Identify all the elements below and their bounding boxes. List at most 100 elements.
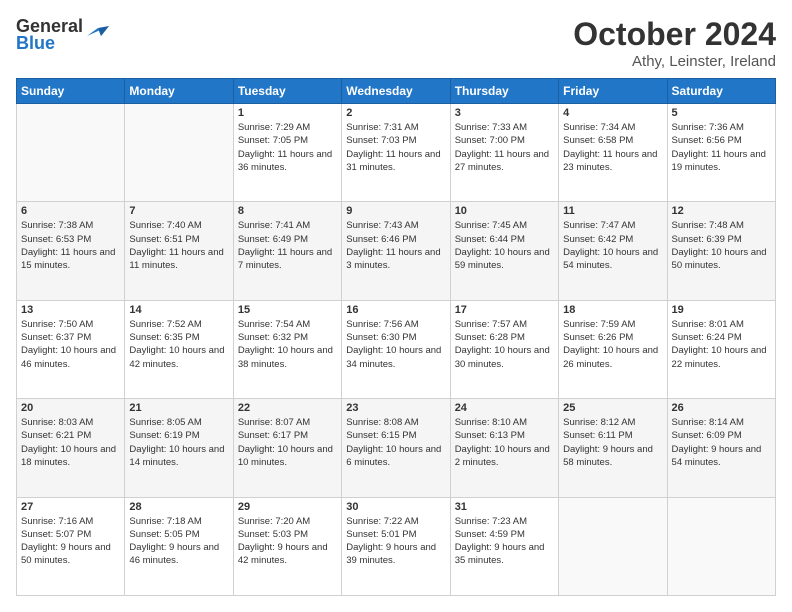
day-info: Sunrise: 7:50 AM Sunset: 6:37 PM Dayligh… [21, 318, 120, 371]
day-number: 24 [455, 402, 554, 414]
day-info: Sunrise: 7:45 AM Sunset: 6:44 PM Dayligh… [455, 219, 554, 272]
day-info: Sunrise: 7:57 AM Sunset: 6:28 PM Dayligh… [455, 318, 554, 371]
logo-bird-icon [87, 18, 109, 36]
table-row: 18 Sunrise: 7:59 AM Sunset: 6:26 PM Dayli… [559, 300, 667, 398]
calendar-week-row: 1Sunrise: 7:29 AM Sunset: 7:05 PM Daylig… [17, 104, 776, 202]
day-number: 7 [129, 205, 228, 217]
table-row: 5 Sunrise: 7:36 AM Sunset: 6:56 PM Daylig… [667, 104, 775, 202]
day-info: Sunrise: 7:40 AM Sunset: 6:51 PM Dayligh… [129, 219, 228, 272]
day-info: Sunrise: 8:05 AM Sunset: 6:19 PM Dayligh… [129, 416, 228, 469]
day-number: 1 [238, 107, 337, 119]
table-row: 14 Sunrise: 7:52 AM Sunset: 6:35 PM Dayli… [125, 300, 233, 398]
title-block: October 2024 Athy, Leinster, Ireland [573, 16, 776, 70]
col-saturday: Saturday [667, 79, 775, 104]
day-number: 10 [455, 205, 554, 217]
day-number: 25 [563, 402, 662, 414]
day-number: 19 [672, 304, 771, 316]
col-friday: Friday [559, 79, 667, 104]
table-row: 7 Sunrise: 7:40 AM Sunset: 6:51 PM Daylig… [125, 202, 233, 300]
table-row: 1Sunrise: 7:29 AM Sunset: 7:05 PM Daylig… [233, 104, 341, 202]
table-row: 31Sunrise: 7:23 AM Sunset: 4:59 PM Dayli… [450, 497, 558, 595]
day-info: Sunrise: 7:33 AM Sunset: 7:00 PM Dayligh… [455, 121, 554, 174]
day-info: Sunrise: 7:59 AM Sunset: 6:26 PM Dayligh… [563, 318, 662, 371]
day-number: 4 [563, 107, 662, 119]
table-row: 17 Sunrise: 7:57 AM Sunset: 6:28 PM Dayli… [450, 300, 558, 398]
day-info: Sunrise: 8:03 AM Sunset: 6:21 PM Dayligh… [21, 416, 120, 469]
table-row: 25 Sunrise: 8:12 AM Sunset: 6:11 PM Dayli… [559, 399, 667, 497]
table-row: 30Sunrise: 7:22 AM Sunset: 5:01 PM Dayli… [342, 497, 450, 595]
table-row: 8 Sunrise: 7:41 AM Sunset: 6:49 PM Daylig… [233, 202, 341, 300]
logo: General Blue [16, 16, 109, 54]
day-number: 15 [238, 304, 337, 316]
day-info: Sunrise: 7:41 AM Sunset: 6:49 PM Dayligh… [238, 219, 337, 272]
day-info: Sunrise: 8:08 AM Sunset: 6:15 PM Dayligh… [346, 416, 445, 469]
title-location: Athy, Leinster, Ireland [573, 53, 776, 70]
day-info: Sunrise: 8:01 AM Sunset: 6:24 PM Dayligh… [672, 318, 771, 371]
table-row: 11Sunrise: 7:47 AM Sunset: 6:42 PM Dayli… [559, 202, 667, 300]
calendar-week-row: 13 Sunrise: 7:50 AM Sunset: 6:37 PM Dayli… [17, 300, 776, 398]
day-number: 6 [21, 205, 120, 217]
day-info: Sunrise: 7:20 AM Sunset: 5:03 PM Dayligh… [238, 515, 337, 568]
day-number: 3 [455, 107, 554, 119]
table-row: 9Sunrise: 7:43 AM Sunset: 6:46 PM Daylig… [342, 202, 450, 300]
table-row: 12 Sunrise: 7:48 AM Sunset: 6:39 PM Dayli… [667, 202, 775, 300]
day-number: 27 [21, 501, 120, 513]
day-info: Sunrise: 7:16 AM Sunset: 5:07 PM Dayligh… [21, 515, 120, 568]
col-monday: Monday [125, 79, 233, 104]
col-sunday: Sunday [17, 79, 125, 104]
table-row [559, 497, 667, 595]
day-info: Sunrise: 7:34 AM Sunset: 6:58 PM Dayligh… [563, 121, 662, 174]
day-number: 28 [129, 501, 228, 513]
col-thursday: Thursday [450, 79, 558, 104]
day-info: Sunrise: 7:18 AM Sunset: 5:05 PM Dayligh… [129, 515, 228, 568]
table-row [667, 497, 775, 595]
day-number: 8 [238, 205, 337, 217]
table-row: 6 Sunrise: 7:38 AM Sunset: 6:53 PM Daylig… [17, 202, 125, 300]
calendar-header-row: Sunday Monday Tuesday Wednesday Thursday… [17, 79, 776, 104]
day-number: 29 [238, 501, 337, 513]
table-row: 4 Sunrise: 7:34 AM Sunset: 6:58 PM Daylig… [559, 104, 667, 202]
day-info: Sunrise: 7:48 AM Sunset: 6:39 PM Dayligh… [672, 219, 771, 272]
day-number: 11 [563, 205, 662, 217]
day-info: Sunrise: 8:07 AM Sunset: 6:17 PM Dayligh… [238, 416, 337, 469]
logo-blue: Blue [16, 33, 55, 54]
day-number: 14 [129, 304, 228, 316]
table-row: 29 Sunrise: 7:20 AM Sunset: 5:03 PM Dayli… [233, 497, 341, 595]
header: General Blue October 2024 Athy, Leinster… [16, 16, 776, 70]
day-number: 5 [672, 107, 771, 119]
day-number: 23 [346, 402, 445, 414]
table-row: 3 Sunrise: 7:33 AM Sunset: 7:00 PM Daylig… [450, 104, 558, 202]
day-info: Sunrise: 7:38 AM Sunset: 6:53 PM Dayligh… [21, 219, 120, 272]
table-row: 27 Sunrise: 7:16 AM Sunset: 5:07 PM Dayli… [17, 497, 125, 595]
day-number: 22 [238, 402, 337, 414]
col-tuesday: Tuesday [233, 79, 341, 104]
table-row [17, 104, 125, 202]
col-wednesday: Wednesday [342, 79, 450, 104]
day-number: 18 [563, 304, 662, 316]
calendar-week-row: 27 Sunrise: 7:16 AM Sunset: 5:07 PM Dayli… [17, 497, 776, 595]
day-number: 16 [346, 304, 445, 316]
day-info: Sunrise: 8:10 AM Sunset: 6:13 PM Dayligh… [455, 416, 554, 469]
calendar-table: Sunday Monday Tuesday Wednesday Thursday… [16, 78, 776, 596]
day-info: Sunrise: 7:31 AM Sunset: 7:03 PM Dayligh… [346, 121, 445, 174]
table-row: 19 Sunrise: 8:01 AM Sunset: 6:24 PM Dayli… [667, 300, 775, 398]
day-number: 13 [21, 304, 120, 316]
day-number: 31 [455, 501, 554, 513]
table-row: 20Sunrise: 8:03 AM Sunset: 6:21 PM Dayli… [17, 399, 125, 497]
day-info: Sunrise: 8:12 AM Sunset: 6:11 PM Dayligh… [563, 416, 662, 469]
day-info: Sunrise: 7:36 AM Sunset: 6:56 PM Dayligh… [672, 121, 771, 174]
day-number: 17 [455, 304, 554, 316]
day-info: Sunrise: 8:14 AM Sunset: 6:09 PM Dayligh… [672, 416, 771, 469]
table-row: 2Sunrise: 7:31 AM Sunset: 7:03 PM Daylig… [342, 104, 450, 202]
table-row: 13 Sunrise: 7:50 AM Sunset: 6:37 PM Dayli… [17, 300, 125, 398]
day-number: 12 [672, 205, 771, 217]
table-row: 16Sunrise: 7:56 AM Sunset: 6:30 PM Dayli… [342, 300, 450, 398]
table-row: 10 Sunrise: 7:45 AM Sunset: 6:44 PM Dayli… [450, 202, 558, 300]
day-info: Sunrise: 7:22 AM Sunset: 5:01 PM Dayligh… [346, 515, 445, 568]
calendar-week-row: 6 Sunrise: 7:38 AM Sunset: 6:53 PM Daylig… [17, 202, 776, 300]
page: General Blue October 2024 Athy, Leinster… [0, 0, 792, 612]
table-row: 24 Sunrise: 8:10 AM Sunset: 6:13 PM Dayli… [450, 399, 558, 497]
table-row [125, 104, 233, 202]
day-info: Sunrise: 7:54 AM Sunset: 6:32 PM Dayligh… [238, 318, 337, 371]
day-info: Sunrise: 7:52 AM Sunset: 6:35 PM Dayligh… [129, 318, 228, 371]
